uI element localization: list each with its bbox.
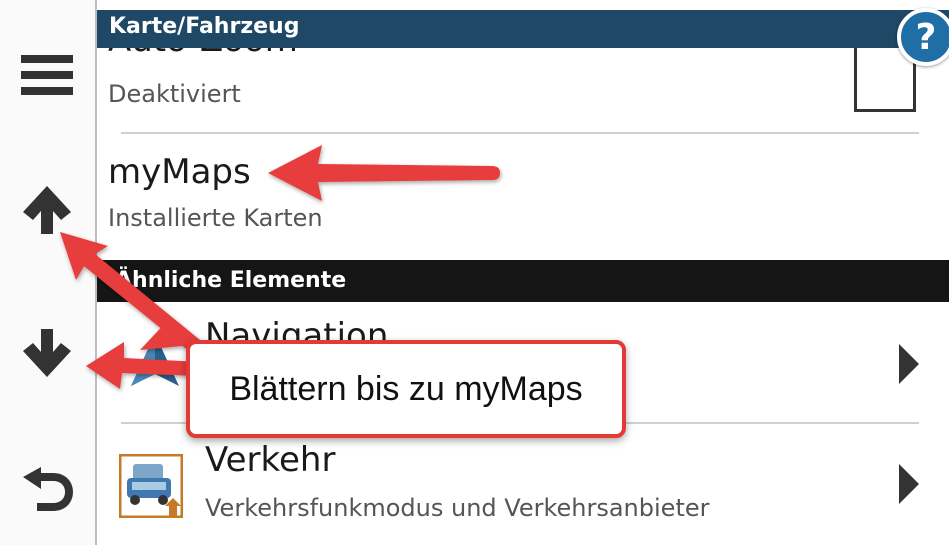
section-title: Ähnliche Elemente: [115, 268, 347, 293]
verkehr-title: Verkehr: [205, 440, 336, 480]
instruction-callout: Blättern bis zu myMaps: [186, 340, 626, 438]
mymaps-title: myMaps: [108, 152, 251, 192]
help-icon: ?: [915, 16, 937, 58]
mymaps-subtitle: Installierte Karten: [108, 204, 323, 232]
arrow-down-icon: [23, 329, 71, 377]
back-button[interactable]: [14, 450, 80, 520]
title-bar: Karte/Fahrzeug ?: [97, 8, 949, 66]
page-title: Karte/Fahrzeug: [109, 14, 300, 39]
menu-button[interactable]: [14, 40, 80, 110]
traffic-icon: [119, 454, 183, 518]
list-item-verkehr[interactable]: Verkehr Verkehrsfunkmodus und Verkehrsan…: [97, 424, 949, 545]
sidebar: [0, 0, 97, 545]
chevron-right-icon: [899, 344, 919, 384]
hamburger-menu-icon: [21, 55, 73, 95]
section-header: Ähnliche Elemente: [97, 260, 949, 302]
scroll-down-button[interactable]: [14, 318, 80, 388]
settings-list: Auto-Zoom Deaktiviert myMaps Installiert…: [97, 48, 949, 545]
verkehr-subtitle: Verkehrsfunkmodus und Verkehrsanbieter: [205, 494, 710, 522]
list-item-autozoom[interactable]: Auto-Zoom Deaktiviert: [97, 48, 949, 128]
callout-text: Blättern bis zu myMaps: [229, 369, 583, 408]
list-item-mymaps[interactable]: myMaps Installierte Karten: [97, 134, 949, 260]
arrow-up-icon: [23, 186, 71, 234]
help-button[interactable]: ?: [897, 8, 949, 66]
autozoom-subtitle: Deaktiviert: [108, 80, 241, 108]
scroll-up-button[interactable]: [14, 175, 80, 245]
chevron-right-icon: [899, 464, 919, 504]
autozoom-title: Auto-Zoom: [108, 48, 298, 60]
back-icon: [23, 467, 73, 511]
navigation-icon: [131, 334, 179, 386]
